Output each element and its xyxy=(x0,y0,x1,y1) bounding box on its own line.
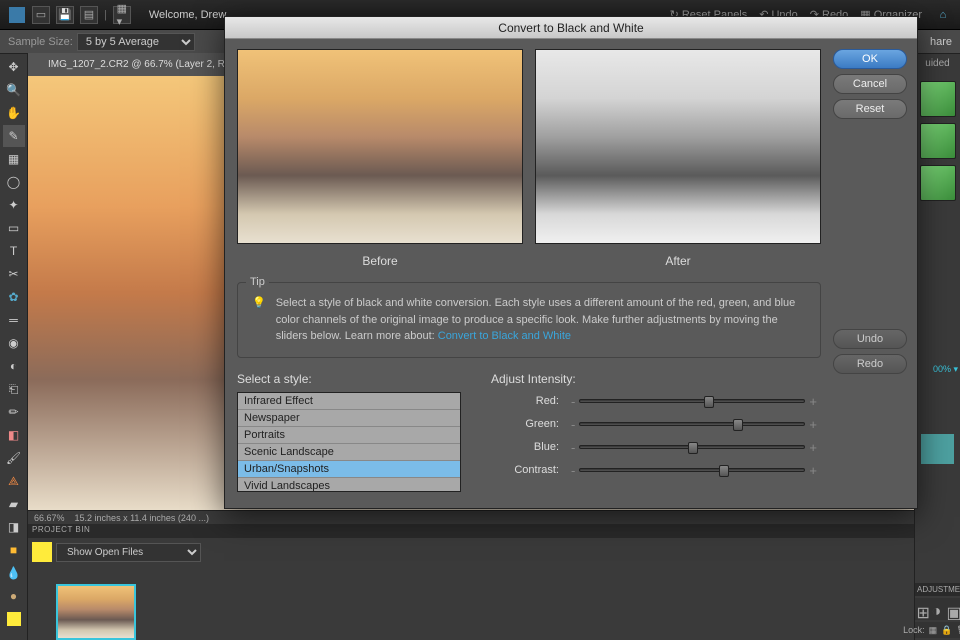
zoom-level: 66.67% xyxy=(34,513,65,523)
app-logo-icon xyxy=(8,6,26,24)
cookie-tool-icon[interactable]: ✿ xyxy=(3,286,25,308)
project-bin-header: PROJECT BIN xyxy=(28,524,960,538)
sample-size-label: Sample Size: xyxy=(8,36,73,48)
new-icon[interactable]: ▣ xyxy=(947,603,959,615)
straighten-tool-icon[interactable]: ═ xyxy=(3,309,25,331)
bucket-tool-icon[interactable]: ▰ xyxy=(3,493,25,515)
sponge-tool-icon[interactable]: ● xyxy=(3,585,25,607)
clone-tool-icon[interactable]: ⎗ xyxy=(3,378,25,400)
move-tool-icon[interactable]: ✥ xyxy=(3,56,25,78)
doc-dimensions: 15.2 inches x 11.4 inches (240 ...) xyxy=(75,513,209,523)
trash-icon[interactable]: 🗑 xyxy=(956,625,960,636)
redeye-tool-icon[interactable]: ◉ xyxy=(3,332,25,354)
shape-tool-icon[interactable]: ■ xyxy=(3,539,25,561)
bw-dialog: Convert to Black and White Before After … xyxy=(224,16,918,509)
contrast-slider[interactable] xyxy=(579,468,805,472)
pencil-tool-icon[interactable]: ✏ xyxy=(3,401,25,423)
marquee-tool-icon[interactable]: ▦ xyxy=(3,148,25,170)
layer-thumb-2[interactable] xyxy=(920,123,956,159)
intensity-label: Adjust Intensity: xyxy=(491,372,821,386)
toolbox: ✥ 🔍 ✋ ✎ ▦ ◯ ✦ ▭ T ✂ ✿ ═ ◉ ◐ ⎗ ✏ ◧ 🖌 ⟁ ▰ … xyxy=(0,54,28,640)
dialog-title: Convert to Black and White xyxy=(225,17,917,39)
print-icon[interactable]: ▤ xyxy=(80,6,98,24)
style-option[interactable]: Scenic Landscape xyxy=(238,444,460,461)
fx-icon[interactable]: ◑ xyxy=(932,603,944,615)
bin-filter-select[interactable]: Show Open Files xyxy=(56,543,201,562)
guided-fragment: uided xyxy=(915,54,960,73)
save-icon[interactable]: 💾 xyxy=(56,6,74,24)
cancel-button[interactable]: Cancel xyxy=(833,74,907,94)
before-preview xyxy=(237,49,523,244)
style-option[interactable]: Vivid Landscapes xyxy=(238,478,460,492)
bin-color-swatch[interactable] xyxy=(32,542,52,562)
hand-tool-icon[interactable]: ✋ xyxy=(3,102,25,124)
green-slider[interactable] xyxy=(579,422,805,426)
lock-icon[interactable]: ▦ xyxy=(929,625,938,636)
blue-slider[interactable] xyxy=(579,445,805,449)
foreground-swatch[interactable] xyxy=(7,612,21,626)
lightbulb-icon: 💡 xyxy=(252,295,266,345)
dialog-redo-button[interactable]: Redo xyxy=(833,354,907,374)
red-slider[interactable] xyxy=(579,399,805,403)
tip-link[interactable]: Convert to Black and White xyxy=(438,330,571,342)
style-label: Select a style: xyxy=(237,372,461,386)
type-tool-icon[interactable]: T xyxy=(3,240,25,262)
link-icon[interactable]: ⊞ xyxy=(917,603,929,615)
tip-title: Tip xyxy=(246,276,269,288)
tip-text: Select a style of black and white conver… xyxy=(276,295,806,345)
arrange-icon[interactable]: ▦ ▾ xyxy=(113,6,131,24)
style-option[interactable]: Newspaper xyxy=(238,410,460,427)
bin-thumbnail[interactable] xyxy=(56,584,136,640)
after-preview xyxy=(535,49,821,244)
eyedropper-tool-icon[interactable]: ✎ xyxy=(3,125,25,147)
after-label: After xyxy=(535,254,821,268)
share-fragment: hare xyxy=(930,36,952,48)
lock-all-icon[interactable]: 🔒 xyxy=(941,625,952,636)
gradient-tool-icon[interactable]: ◨ xyxy=(3,516,25,538)
doc-icon[interactable]: ▭ xyxy=(32,6,50,24)
wand-tool-icon[interactable]: ✦ xyxy=(3,194,25,216)
layer-thumb-1[interactable] xyxy=(920,81,956,117)
style-option[interactable]: Urban/Snapshots xyxy=(238,461,460,478)
blur-tool-icon[interactable]: 💧 xyxy=(3,562,25,584)
highlight-box xyxy=(921,434,954,464)
style-option[interactable]: Infrared Effect xyxy=(238,393,460,410)
home-icon[interactable]: ⌂ xyxy=(934,6,952,24)
welcome-text: Welcome, Drew xyxy=(149,9,226,21)
before-label: Before xyxy=(237,254,523,268)
sample-size-select[interactable]: 5 by 5 Average xyxy=(77,33,195,51)
brush-tool-icon[interactable]: 🖌 xyxy=(3,447,25,469)
selection-tool-icon[interactable]: ▭ xyxy=(3,217,25,239)
style-listbox[interactable]: Infrared EffectNewspaperPortraitsScenic … xyxy=(237,392,461,492)
eraser-tool-icon[interactable]: ◧ xyxy=(3,424,25,446)
reset-button[interactable]: Reset xyxy=(833,99,907,119)
smart-brush-tool-icon[interactable]: ⟁ xyxy=(3,470,25,492)
layer-toolbar: ⊞ ◑ ▣ xyxy=(915,598,960,620)
healing-tool-icon[interactable]: ◐ xyxy=(3,355,25,377)
adjustments-label: ADJUSTMENTS xyxy=(915,583,960,596)
dialog-undo-button[interactable]: Undo xyxy=(833,329,907,349)
zoom-tool-icon[interactable]: 🔍 xyxy=(3,79,25,101)
crop-tool-icon[interactable]: ✂ xyxy=(3,263,25,285)
style-option[interactable]: Portraits xyxy=(238,427,460,444)
ok-button[interactable]: OK xyxy=(833,49,907,69)
lasso-tool-icon[interactable]: ◯ xyxy=(3,171,25,193)
layer-thumb-3[interactable] xyxy=(920,165,956,201)
